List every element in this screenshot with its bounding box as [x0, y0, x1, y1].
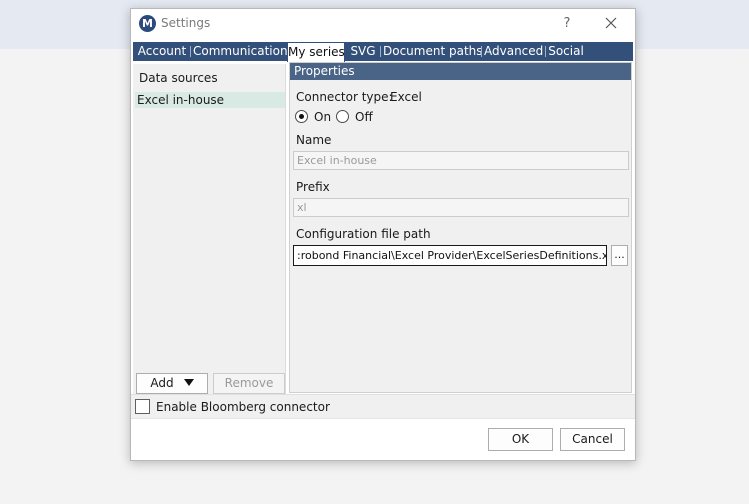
tab-svg[interactable]: SVG	[349, 42, 377, 61]
close-button[interactable]	[599, 14, 623, 34]
add-button[interactable]: Add	[136, 373, 208, 394]
prefix-label: Prefix	[296, 180, 330, 194]
add-button-label: Add	[150, 376, 174, 390]
browse-button[interactable]: ...	[611, 245, 628, 266]
connector-type-label: Connector type:	[296, 90, 393, 104]
on-label: On	[314, 110, 332, 124]
tab-account[interactable]: Account	[137, 42, 187, 61]
prefix-field[interactable]: xl	[293, 198, 629, 217]
connector-type-value: Excel	[390, 90, 422, 104]
window-title: Settings	[161, 16, 211, 30]
off-label: Off	[355, 110, 373, 124]
title-bar: M Settings ?	[131, 9, 635, 39]
bloomberg-checkbox[interactable]	[135, 399, 150, 414]
config-path-field[interactable]: :robond Financial\Excel Provider\ExcelSe…	[293, 245, 607, 266]
tab-advanced[interactable]: Advanced	[484, 42, 543, 61]
tab-document-paths[interactable]: Document paths	[383, 42, 483, 61]
remove-button[interactable]: Remove	[213, 373, 285, 394]
footer-divider	[131, 418, 635, 419]
cancel-button[interactable]: Cancel	[560, 428, 625, 451]
config-path-label: Configuration file path	[296, 227, 431, 241]
tab-separator	[380, 46, 381, 57]
properties-panel: Properties Connector type: Excel On Off …	[289, 62, 632, 393]
tab-communication[interactable]: Communication	[193, 42, 288, 61]
bloomberg-label: Enable Bloomberg connector	[156, 400, 330, 414]
close-icon	[605, 17, 617, 29]
settings-dialog: M Settings ? Account Communication My se…	[130, 8, 636, 461]
tab-separator	[545, 46, 546, 57]
help-button[interactable]: ?	[555, 14, 579, 34]
tab-strip: Account Communication My series SVG Docu…	[133, 42, 633, 62]
tab-separator	[190, 46, 191, 57]
on-radio[interactable]	[295, 110, 308, 123]
data-sources-header: Data sources	[139, 71, 218, 85]
data-sources-panel: Data sources Excel in-house Add Remove	[133, 64, 286, 396]
ok-button[interactable]: OK	[488, 428, 553, 451]
tab-separator	[481, 46, 482, 57]
name-field[interactable]: Excel in-house	[293, 151, 629, 170]
name-label: Name	[296, 133, 332, 147]
bloomberg-row: Enable Bloomberg connector	[131, 394, 635, 418]
tab-my-series[interactable]: My series	[287, 42, 345, 62]
caret-down-icon	[183, 379, 194, 386]
off-radio[interactable]	[336, 110, 349, 123]
properties-header: Properties	[290, 63, 631, 80]
app-logo-icon: M	[139, 15, 156, 32]
list-item[interactable]: Excel in-house	[135, 92, 285, 108]
tab-social[interactable]: Social	[548, 42, 584, 61]
